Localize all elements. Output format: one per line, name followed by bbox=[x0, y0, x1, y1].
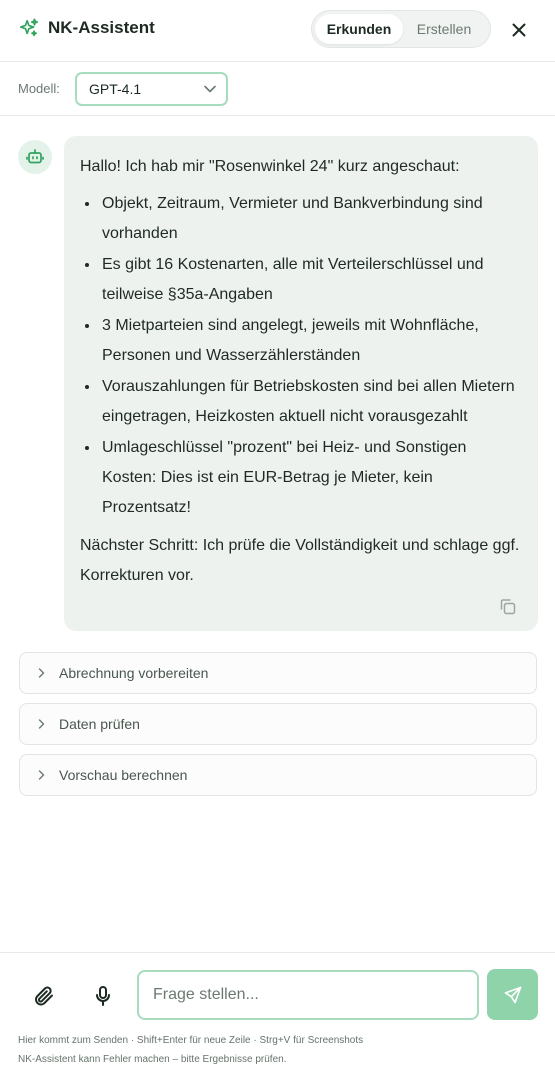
composer-hint: Hier kommt zum Senden · Shift+Enter für … bbox=[18, 1035, 364, 1046]
close-icon bbox=[512, 23, 526, 37]
message-bullet-list: Objekt, Zeitraum, Vermieter und Bankverb… bbox=[80, 188, 522, 523]
action-abrechnung-vorbereiten[interactable]: Abrechnung vorbereiten bbox=[19, 652, 537, 694]
send-button[interactable] bbox=[487, 969, 538, 1020]
assistant-message: Hallo! Ich hab mir "Rosenwinkel 24" kurz… bbox=[64, 136, 538, 631]
header: NK-Assistent Erkunden Erstellen bbox=[0, 0, 555, 62]
chevron-right-icon bbox=[38, 668, 45, 678]
send-icon bbox=[504, 986, 521, 1003]
question-input[interactable] bbox=[137, 970, 479, 1020]
message-intro: Hallo! Ich hab mir "Rosenwinkel 24" kurz… bbox=[80, 158, 460, 175]
assistant-avatar bbox=[18, 140, 52, 174]
message-outro: Nächster Schritt: Ich prüfe die Vollstän… bbox=[80, 537, 520, 584]
chevron-down-icon bbox=[204, 85, 216, 93]
message-bullet: 3 Mietparteien sind angelegt, jeweils mi… bbox=[100, 310, 522, 371]
tab-erstellen[interactable]: Erstellen bbox=[403, 14, 485, 44]
chevron-right-icon bbox=[38, 770, 45, 780]
sparkles-icon bbox=[19, 18, 39, 37]
composer: Hier kommt zum Senden · Shift+Enter für … bbox=[0, 952, 555, 1080]
action-label: Vorschau berechnen bbox=[59, 767, 188, 783]
action-vorschau-berechnen[interactable]: Vorschau berechnen bbox=[19, 754, 537, 796]
paperclip-icon[interactable] bbox=[32, 984, 56, 1008]
model-row: Modell: GPT-4.1 bbox=[0, 62, 555, 116]
model-select[interactable]: GPT-4.1 bbox=[75, 72, 228, 106]
action-label: Daten prüfen bbox=[59, 716, 140, 732]
message-bullet: Vorauszahlungen für Betriebskosten sind … bbox=[100, 371, 522, 432]
action-label: Abrechnung vorbereiten bbox=[59, 665, 209, 681]
mode-toggle: Erkunden Erstellen bbox=[311, 10, 491, 48]
action-daten-pruefen[interactable]: Daten prüfen bbox=[19, 703, 537, 745]
chevron-right-icon bbox=[38, 719, 45, 729]
copy-icon[interactable] bbox=[498, 597, 518, 617]
message-bullet: Es gibt 16 Kostenarten, alle mit Verteil… bbox=[100, 249, 522, 310]
brand: NK-Assistent bbox=[18, 17, 155, 39]
tab-erkunden[interactable]: Erkunden bbox=[315, 14, 403, 44]
app-title: NK-Assistent bbox=[48, 18, 155, 37]
close-button[interactable] bbox=[506, 17, 532, 43]
disclaimer: NK-Assistent kann Fehler machen – bitte … bbox=[18, 1054, 287, 1065]
message-bullet: Umlageschlüssel "prozent" bei Heiz- und … bbox=[100, 432, 522, 523]
model-value: GPT-4.1 bbox=[89, 81, 142, 97]
message-bullet: Objekt, Zeitraum, Vermieter und Bankverb… bbox=[100, 188, 522, 249]
microphone-icon[interactable] bbox=[91, 984, 115, 1008]
bot-icon bbox=[26, 149, 44, 164]
model-label: Modell: bbox=[18, 81, 60, 96]
